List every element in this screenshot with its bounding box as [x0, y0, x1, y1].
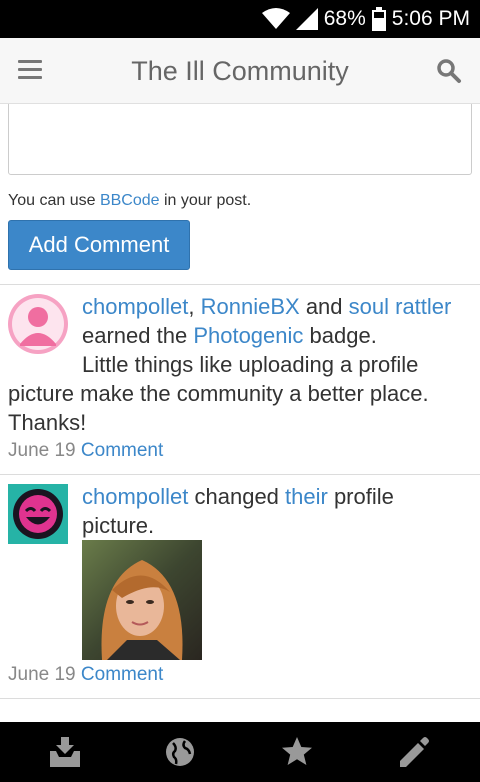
search-icon[interactable] [436, 58, 462, 84]
globe-icon[interactable] [163, 735, 197, 769]
profile-picture[interactable] [82, 540, 202, 660]
bbcode-note: You can use BBCode in your post. [8, 192, 252, 209]
bbcode-link[interactable]: BBCode [100, 192, 160, 209]
page-title: The Ill Community [131, 56, 349, 86]
status-bar: 68% 5:06 PM [0, 0, 480, 38]
clock: 5:06 PM [391, 7, 470, 30]
app-header: The Ill Community [0, 38, 480, 104]
user-link[interactable]: chompollet [82, 294, 188, 319]
comment-textarea[interactable] [8, 104, 472, 175]
avatar[interactable] [8, 484, 68, 544]
comment-link[interactable]: Comment [81, 664, 163, 685]
activity-summary: chompollet, RonnieBX and soul rattler ea… [82, 294, 452, 377]
content-area: You can use BBCode in your post. Add Com… [0, 104, 480, 722]
user-link[interactable]: their [285, 484, 328, 509]
activity-meta: June 19 Comment [8, 440, 163, 462]
user-link[interactable]: soul rattler [349, 294, 452, 319]
badge-link[interactable]: Photogenic [193, 323, 303, 348]
bottom-nav [0, 722, 480, 782]
signal-icon [295, 8, 318, 30]
user-link[interactable]: RonnieBX [201, 294, 300, 319]
wifi-icon [261, 8, 290, 30]
battery-percent: 68% [323, 7, 366, 30]
activity-message: picture make the community a better plac… [8, 381, 429, 435]
avatar[interactable] [8, 294, 68, 354]
divider [0, 698, 480, 699]
activity-item: chompollet, RonnieBX and soul rattler ea… [0, 284, 480, 474]
pencil-icon[interactable] [396, 735, 430, 769]
user-link[interactable]: chompollet [82, 484, 188, 509]
activity-meta: June 19 Comment [8, 664, 163, 686]
activity-date: June 19 [8, 440, 76, 461]
inbox-icon[interactable] [48, 735, 82, 769]
star-icon[interactable] [280, 735, 314, 769]
comment-link[interactable]: Comment [81, 440, 163, 461]
activity-message: Little things like uploading a profile [82, 352, 419, 377]
battery-icon [371, 7, 386, 31]
activity-summary: chompollet changed their profile picture… [82, 484, 394, 538]
activity-item: chompollet changed their profile picture… [0, 474, 480, 698]
activity-date: June 19 [8, 664, 76, 685]
add-comment-button[interactable]: Add Comment [8, 220, 190, 270]
